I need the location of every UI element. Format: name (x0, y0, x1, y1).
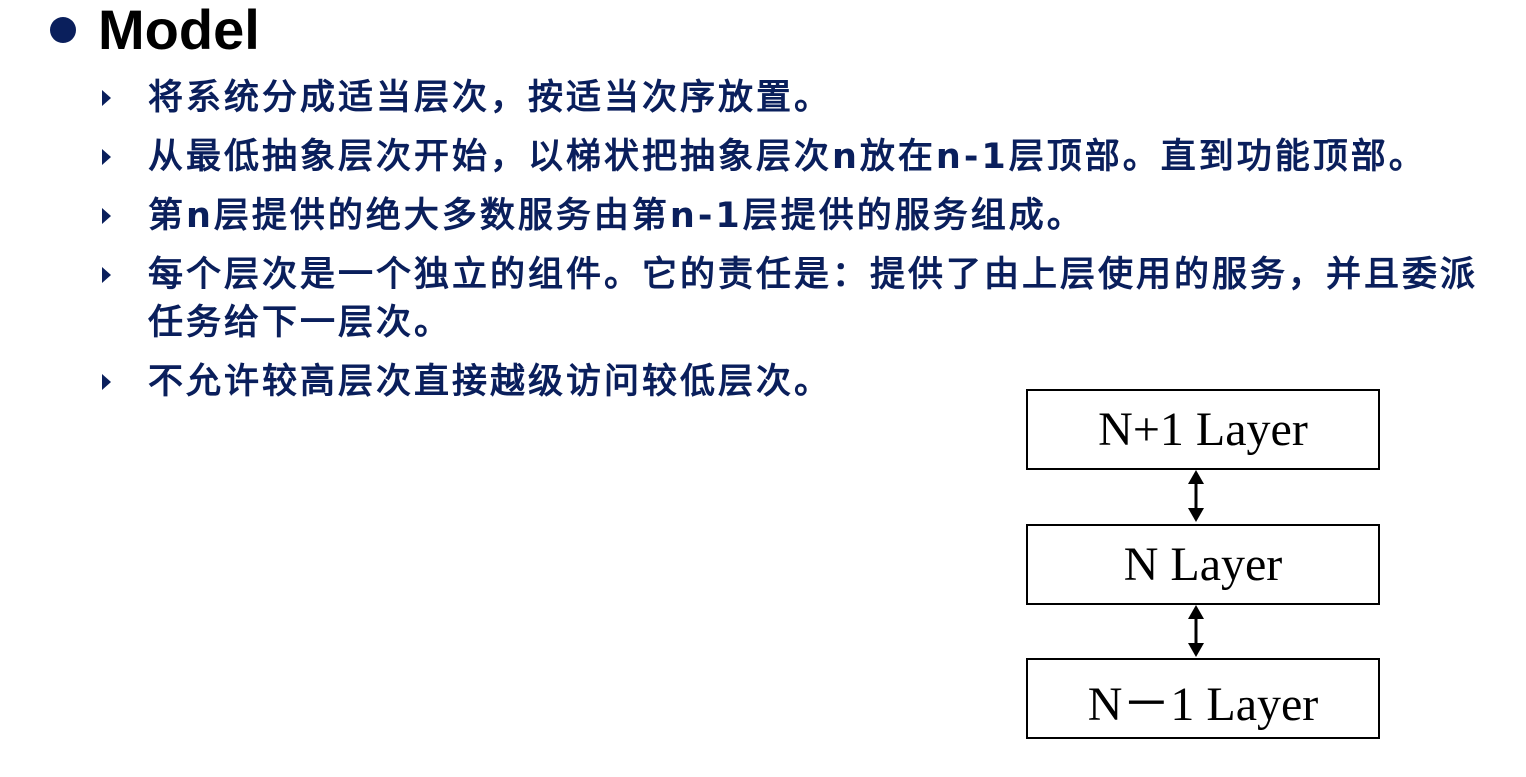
bullet-marker-icon (102, 149, 111, 165)
double-arrow-icon (1188, 605, 1204, 657)
bullet-item: 每个层次是一个独立的组件。它的责任是：提供了由上层使用的服务，并且委派任务给下一… (100, 251, 1490, 347)
slide-title: Model (98, 0, 260, 61)
bullet-marker-icon (102, 267, 111, 283)
slide-title-row: Model (50, 0, 260, 60)
bullet-marker-icon (102, 90, 111, 106)
bullet-item: 将系统分成适当层次，按适当次序放置。 (100, 74, 1490, 122)
bullet-item: 第n层提供的绝大多数服务由第n-1层提供的服务组成。 (100, 192, 1490, 240)
layer-box-n: N Layer (1026, 524, 1380, 605)
bullet-text: 不允许较高层次直接越级访问较低层次。 (148, 362, 833, 402)
layer-box-n-minus-1: N－1 Layer (1026, 658, 1380, 739)
double-arrow-icon (1188, 470, 1204, 522)
bullet-text: 第n层提供的绝大多数服务由第n-1层提供的服务组成。 (148, 196, 1085, 236)
bullet-item: 不允许较高层次直接越级访问较低层次。 (100, 358, 1028, 406)
bullet-marker-icon (102, 374, 111, 390)
bullet-marker-icon (102, 208, 111, 224)
bullet-item: 从最低抽象层次开始，以梯状把抽象层次n放在n-1层顶部。直到功能顶部。 (100, 133, 1490, 181)
bullet-text: 每个层次是一个独立的组件。它的责任是：提供了由上层使用的服务，并且委派任务给下一… (148, 255, 1479, 343)
layer-box-n-plus-1: N+1 Layer (1026, 389, 1380, 470)
bullet-text: 从最低抽象层次开始，以梯状把抽象层次n放在n-1层顶部。直到功能顶部。 (148, 137, 1427, 177)
title-bullet-icon (50, 17, 76, 43)
bullet-list: 将系统分成适当层次，按适当次序放置。 从最低抽象层次开始，以梯状把抽象层次n放在… (100, 74, 1490, 417)
bullet-text: 将系统分成适当层次，按适当次序放置。 (148, 78, 833, 118)
layer-diagram: N+1 Layer N Layer N－1 Layer (1020, 385, 1390, 747)
